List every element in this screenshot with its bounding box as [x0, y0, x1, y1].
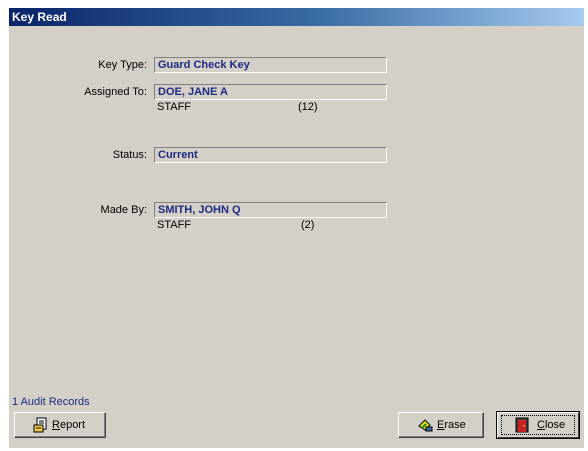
- made-by-label: Made By:: [100, 204, 147, 216]
- made-by-count: (2): [301, 219, 315, 231]
- audit-records-count: 1 Audit Records: [12, 396, 90, 408]
- key-type-label: Key Type:: [98, 59, 147, 71]
- close-button-label: Close: [537, 419, 566, 431]
- report-button-label: Report: [52, 419, 86, 431]
- key-type-field: Guard Check Key: [154, 57, 387, 73]
- close-door-icon: [515, 417, 529, 433]
- status-value: Current: [158, 149, 198, 161]
- status-label: Status:: [112, 149, 147, 161]
- made-by-role: STAFF: [157, 219, 192, 231]
- erase-button[interactable]: Erase: [398, 412, 484, 438]
- erase-button-label: Erase: [437, 419, 466, 431]
- made-by-field: SMITH, JOHN Q: [154, 202, 387, 218]
- assigned-to-count: (12): [298, 101, 318, 113]
- made-by-value: SMITH, JOHN Q: [158, 204, 241, 216]
- assigned-to-label: Assigned To:: [84, 86, 147, 98]
- assigned-to-role: STAFF: [157, 101, 192, 113]
- close-button[interactable]: Close: [496, 411, 580, 439]
- assigned-to-field: DOE, JANE A: [154, 84, 387, 100]
- report-button[interactable]: Report: [14, 412, 106, 438]
- title-bar: Key Read: [9, 8, 584, 26]
- report-icon: [33, 417, 47, 433]
- key-read-window: Key Read Key Type: Guard Check Key Assig…: [9, 8, 584, 448]
- window-title: Key Read: [12, 10, 67, 24]
- status-field: Current: [154, 147, 387, 163]
- assigned-to-value: DOE, JANE A: [158, 86, 228, 98]
- key-type-value: Guard Check Key: [158, 59, 250, 71]
- erase-icon: [418, 419, 433, 432]
